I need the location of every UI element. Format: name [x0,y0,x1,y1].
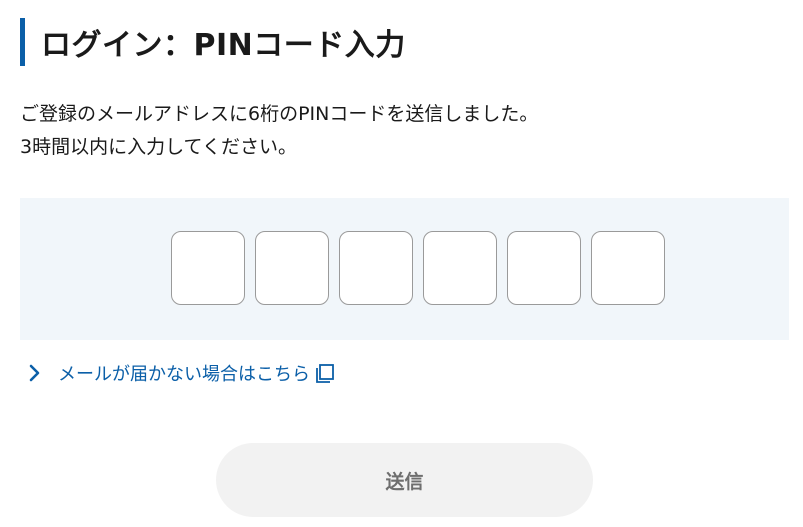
email-not-received-link[interactable]: メールが届かない場合はこちら [24,360,336,386]
pin-digit-6-input[interactable] [591,231,665,305]
instruction-text: ご登録のメールアドレスに6桁のPINコードを送信しました。 3時間以内に入力して… [20,98,538,164]
instruction-line-1: ご登録のメールアドレスに6桁のPINコードを送信しました。 [20,103,539,125]
instruction-line-2: 3時間以内に入力してください。 [20,136,297,158]
pin-input-panel [20,198,789,340]
page-header: ログイン：PINコード入力 [20,18,406,66]
pin-digit-1-input[interactable] [171,231,245,305]
pin-login-page: ログイン：PINコード入力 ご登録のメールアドレスに6桁のPINコードを送信しま… [0,0,803,527]
submit-button[interactable]: 送信 [216,443,593,517]
pin-digit-2-input[interactable] [255,231,329,305]
pin-digit-4-input[interactable] [423,231,497,305]
chevron-right-icon [24,362,46,384]
pin-digit-3-input[interactable] [339,231,413,305]
pin-input-row [171,231,665,305]
pin-digit-5-input[interactable] [507,231,581,305]
external-link-icon [314,362,336,384]
title-accent-bar [20,18,25,66]
page-title: ログイン：PINコード入力 [41,28,406,63]
email-not-received-link-label: メールが届かない場合はこちら [58,364,310,385]
